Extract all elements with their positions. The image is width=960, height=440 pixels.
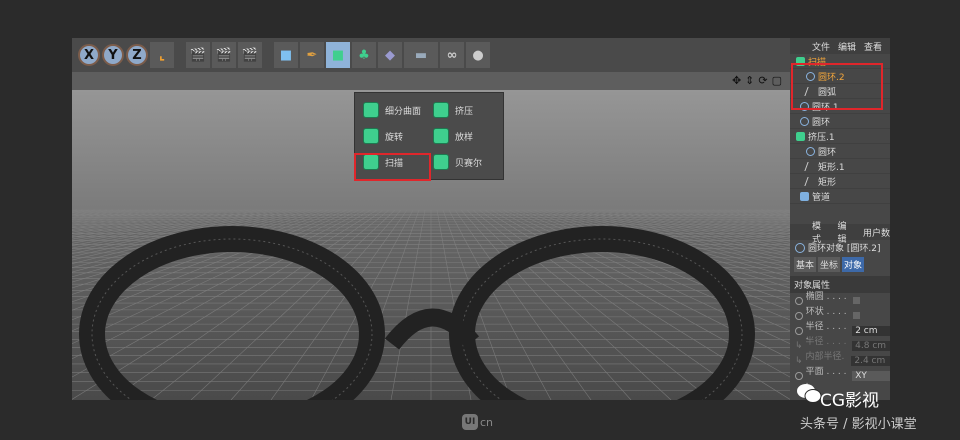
render-picture-viewer-icon[interactable]: 🎬 bbox=[212, 42, 236, 68]
bezier-icon bbox=[433, 154, 449, 170]
rectangle-spline-icon bbox=[804, 176, 817, 186]
menu-item-loft[interactable]: 放样 bbox=[429, 123, 499, 149]
attribute-manager-menu: 模式 编辑 用户数 bbox=[790, 222, 890, 245]
menu-view[interactable]: 查看 bbox=[864, 40, 882, 53]
3d-viewport[interactable]: ✥ ⇕ ⟳ ▢ 细分曲面 挤压 旋转 放样 扫描 贝赛尔 bbox=[72, 72, 790, 400]
extrude-icon bbox=[433, 102, 449, 118]
rotate-view-icon[interactable]: ⟳ bbox=[758, 74, 767, 87]
maximize-view-icon[interactable]: ▢ bbox=[772, 74, 782, 87]
menu-user-data[interactable]: 用户数 bbox=[863, 226, 890, 239]
array-icon[interactable]: ♣ bbox=[352, 42, 376, 68]
lathe-icon bbox=[363, 128, 379, 144]
tree-item[interactable]: 管道 bbox=[790, 189, 890, 204]
watermark-brand: CG影视 bbox=[820, 391, 880, 411]
torus-icon bbox=[800, 116, 809, 126]
tab-coordinates[interactable]: 坐标 bbox=[818, 257, 841, 272]
menu-item-subdivision-surface[interactable]: 细分曲面 bbox=[359, 97, 429, 123]
coordinate-system-icon[interactable]: ⌞ bbox=[150, 42, 174, 68]
highlight-sweep-tree bbox=[791, 63, 883, 110]
attribute-tabs: 基本 坐标 对象 bbox=[790, 255, 890, 274]
watermark-subtitle: 头条号 / 影视小课堂 bbox=[800, 417, 917, 432]
tree-item[interactable]: 圆环 bbox=[790, 144, 890, 159]
light-icon[interactable]: ● bbox=[466, 42, 490, 68]
menu-item-extrude[interactable]: 挤压 bbox=[429, 97, 499, 123]
pen-spline-icon[interactable]: ✒ bbox=[300, 42, 324, 68]
floor-icon[interactable]: ▬ bbox=[404, 42, 438, 68]
menu-item-lathe[interactable]: 旋转 bbox=[359, 123, 429, 149]
zoom-view-icon[interactable]: ⇕ bbox=[745, 74, 754, 87]
uicn-watermark: UI cn bbox=[462, 414, 493, 430]
z-axis-button[interactable]: Z bbox=[126, 44, 148, 66]
ellipse-checkbox[interactable] bbox=[853, 297, 860, 304]
y-axis-button[interactable]: Y bbox=[102, 44, 124, 66]
tab-object[interactable]: 对象 bbox=[842, 257, 865, 272]
plane-select[interactable]: XY bbox=[852, 370, 890, 381]
tree-item[interactable]: 矩形.1 bbox=[790, 159, 890, 174]
tree-item[interactable]: 挤压.1 bbox=[790, 129, 890, 144]
tab-basic[interactable]: 基本 bbox=[794, 257, 817, 272]
render-settings-icon[interactable]: 🎬 bbox=[238, 42, 262, 68]
attributes-title: 圆环对象 [圆环.2] bbox=[790, 240, 890, 255]
menu-file[interactable]: 文件 bbox=[812, 40, 830, 53]
wechat-icon bbox=[797, 384, 822, 403]
inner-radius-input[interactable]: 2.4 cm bbox=[851, 355, 890, 366]
menu-edit[interactable]: 编辑 bbox=[838, 40, 856, 53]
cinema4d-window: X Y Z ⌞ 🎬 🎬 🎬 ■ ✒ ■ ♣ ◆ ▬ ∞ ● ✥ ⇕ ⟳ ▢ 细分曲面 … bbox=[72, 38, 890, 400]
subdivision-surface-icon bbox=[363, 102, 379, 118]
highlight-sweep bbox=[354, 153, 431, 181]
right-panel: 文件 编辑 查看 扫描 圆环.2 圆弧 圆环.1 圆环 挤压.1 圆环 矩形.1… bbox=[790, 38, 890, 400]
radius-2-input[interactable]: 4.8 cm bbox=[852, 340, 890, 351]
generators-icon[interactable]: ■ bbox=[326, 42, 350, 68]
circle-icon bbox=[806, 146, 815, 156]
menu-item-bezier[interactable]: 贝赛尔 bbox=[429, 149, 499, 175]
render-view-icon[interactable]: 🎬 bbox=[186, 42, 210, 68]
tree-item[interactable]: 矩形 bbox=[790, 174, 890, 189]
deformer-icon[interactable]: ◆ bbox=[378, 42, 402, 68]
viewport-header: ✥ ⇕ ⟳ ▢ bbox=[72, 72, 790, 90]
toolbar: X Y Z ⌞ 🎬 🎬 🎬 ■ ✒ ■ ♣ ◆ ▬ ∞ ● bbox=[72, 38, 790, 72]
extrude-icon bbox=[796, 131, 805, 141]
cube-icon[interactable]: ■ bbox=[274, 42, 298, 68]
loft-icon bbox=[433, 128, 449, 144]
radius-input[interactable]: 2 cm bbox=[852, 325, 890, 336]
tube-icon bbox=[800, 191, 809, 201]
tree-item[interactable]: 圆环 bbox=[790, 114, 890, 129]
camera-icon[interactable]: ∞ bbox=[440, 42, 464, 68]
field-plane: 平面 . . . . . XY bbox=[790, 367, 890, 387]
object-manager-menu: 文件 编辑 查看 bbox=[790, 38, 890, 54]
uicn-logo: UI bbox=[462, 414, 478, 430]
ring-checkbox[interactable] bbox=[853, 312, 860, 319]
rectangle-spline-icon bbox=[804, 161, 817, 171]
x-axis-button[interactable]: X bbox=[78, 44, 100, 66]
move-view-icon[interactable]: ✥ bbox=[732, 74, 741, 87]
